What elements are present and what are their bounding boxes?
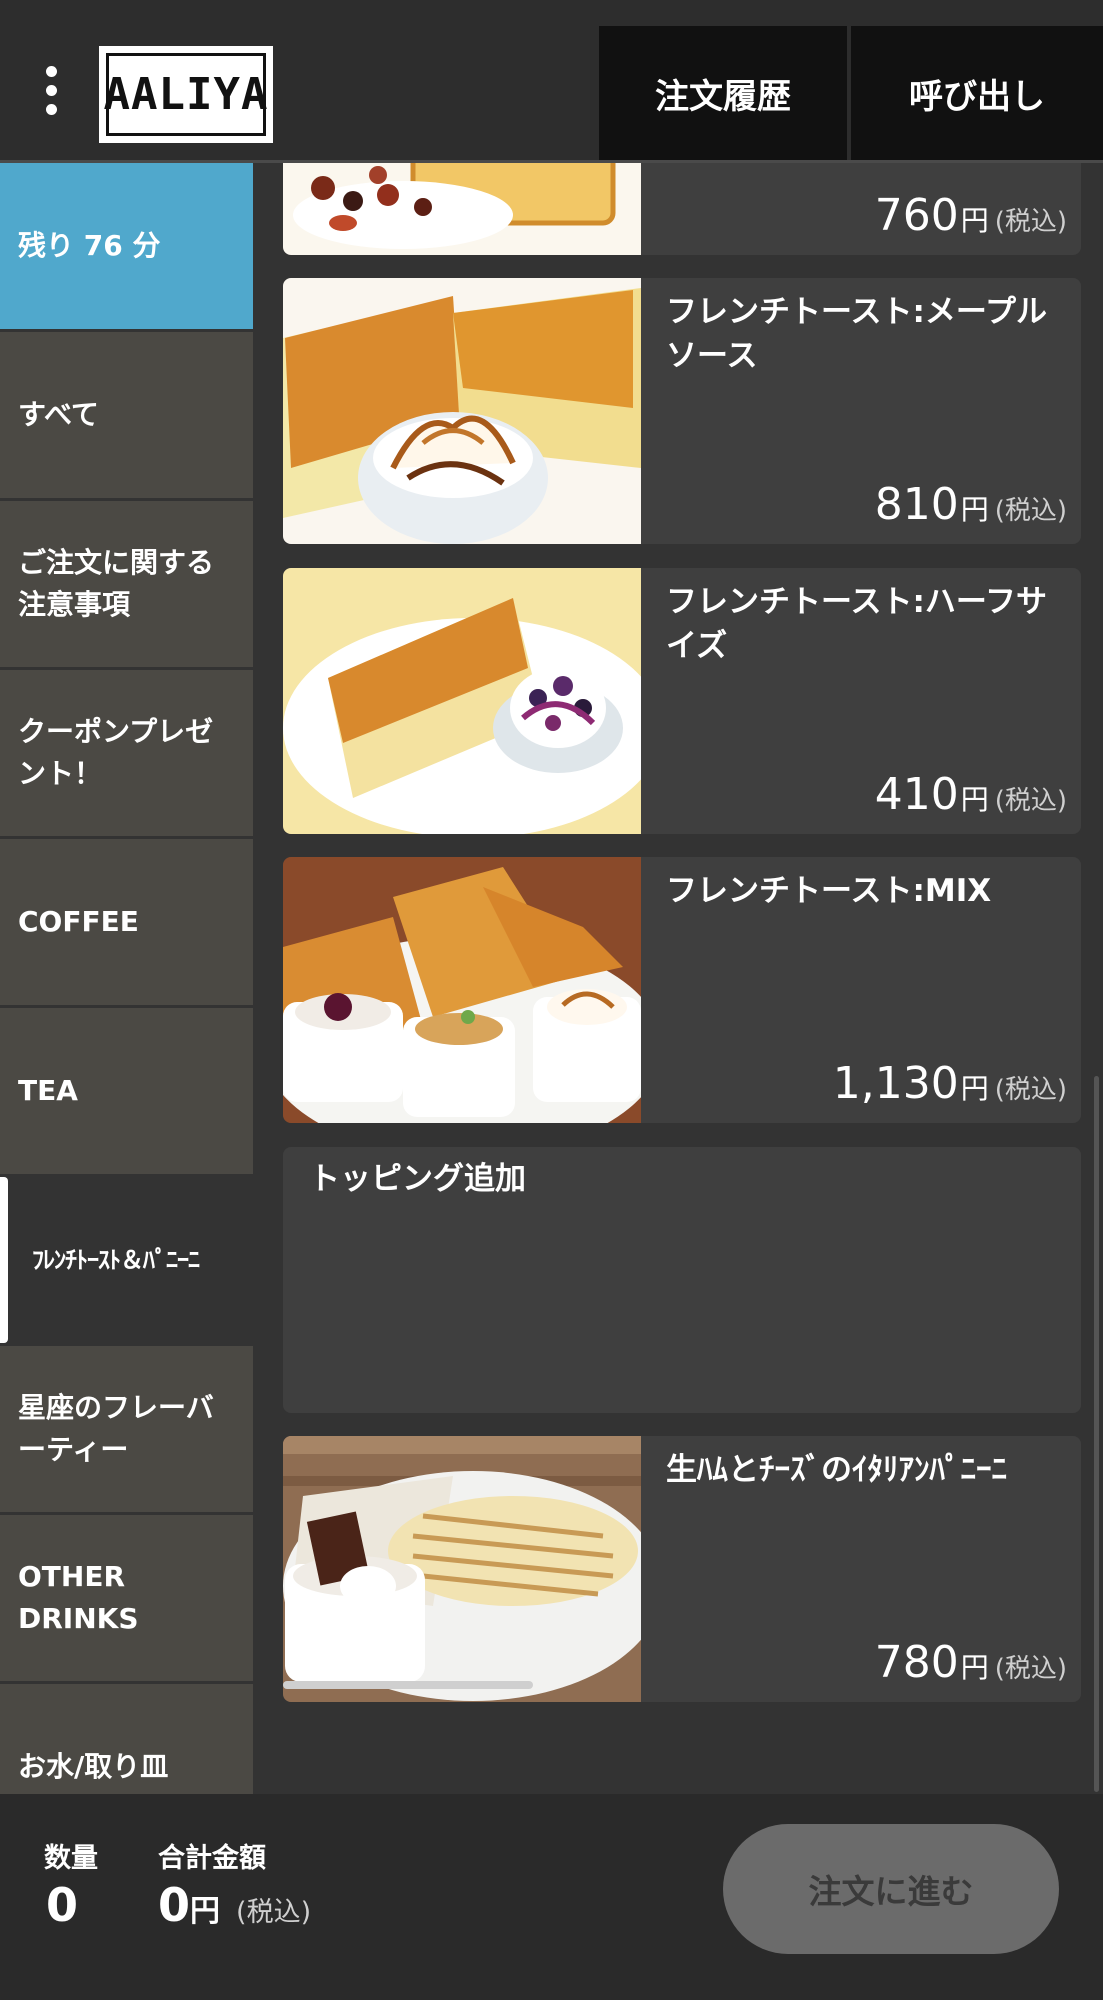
menu-item-card[interactable]: 760円 (税込) [283, 163, 1081, 255]
category-label: クーポンプレゼント！ [18, 715, 214, 790]
order-summary-footer: 数量 0 合計金額 0円 (税込) 注文に進む [0, 1794, 1103, 2000]
quantity-label: 数量 [44, 1843, 98, 1874]
menu-item-name: フレンチトースト:ハーフサイズ [666, 584, 1047, 664]
app-header: AALIYA 注文履歴 呼び出し [0, 0, 1103, 163]
category-water-plates[interactable]: お水/取り皿 [0, 1684, 253, 1794]
menu-item-name: フレンチトースト:MIX [666, 873, 992, 909]
category-label: すべて [18, 398, 99, 431]
category-sidebar: 残り 76 分 すべて ご注文に関する注意事項 クーポンプレゼント！ COFFE… [0, 163, 253, 1794]
menu-item-price: 410円 (税込) [874, 769, 1067, 820]
remaining-time-text: 残り 76 分 [18, 229, 161, 262]
total-amount: 0円 (税込) [158, 1878, 311, 1932]
category-all[interactable]: すべて [0, 332, 253, 498]
menu-item-name: フレンチトースト:メープルソース [666, 294, 1047, 374]
category-label: ご注文に関する注意事項 [18, 546, 215, 621]
category-label: COFFEE [18, 905, 139, 938]
category-tea[interactable]: TEA [0, 1008, 253, 1174]
remaining-time-badge: 残り 76 分 [0, 163, 253, 329]
menu-item-card[interactable]: 生ﾊﾑとﾁｰｽﾞのｲﾀﾘｱﾝﾊﾟﾆｰﾆ 780円 (税込) [283, 1436, 1081, 1702]
quantity-value: 0 [46, 1878, 79, 1932]
menu-item-photo [283, 278, 641, 544]
menu-item-card[interactable]: フレンチトースト:メープルソース 810円 (税込) [283, 278, 1081, 544]
category-label: お水/取り皿 [18, 1750, 169, 1783]
menu-item-price: 780円 (税込) [874, 1637, 1067, 1688]
menu-item-card[interactable]: フレンチトースト:MIX 1,130円 (税込) [283, 857, 1081, 1123]
content-scrollbar[interactable] [1094, 1076, 1099, 1792]
menu-item-photo [283, 1436, 641, 1702]
total-amount-label: 合計金額 [158, 1843, 266, 1874]
order-history-button[interactable]: 注文履歴 [599, 26, 847, 160]
menu-item-price: 760円 (税込) [874, 190, 1067, 241]
logo-text: AALIYA [104, 53, 267, 136]
category-constellation-flavor-tea[interactable]: 星座のフレーバーティー [0, 1346, 253, 1512]
category-label: OTHER DRINKS [18, 1560, 139, 1635]
total-amount-value: 0 [158, 1878, 191, 1932]
category-order-notes[interactable]: ご注文に関する注意事項 [0, 501, 253, 667]
category-coffee[interactable]: COFFEE [0, 839, 253, 1005]
category-coupon[interactable]: クーポンプレゼント！ [0, 670, 253, 836]
menu-item-photo [283, 163, 641, 255]
category-other-drinks[interactable]: OTHER DRINKS [0, 1515, 253, 1681]
menu-item-price: 810円 (税込) [874, 479, 1067, 530]
category-label: ﾌﾚﾝﾁﾄｰｽﾄ＆ﾊﾟﾆｰﾆ [32, 1246, 200, 1274]
category-french-toast-panini[interactable]: ﾌﾚﾝﾁﾄｰｽﾄ＆ﾊﾟﾆｰﾆ [0, 1177, 253, 1343]
menu-item-photo [283, 568, 641, 834]
menu-item-name: 生ﾊﾑとﾁｰｽﾞのｲﾀﾘｱﾝﾊﾟﾆｰﾆ [666, 1452, 1007, 1488]
tax-included-note: (税込) [236, 1897, 312, 1928]
menu-item-card[interactable]: フレンチトースト:ハーフサイズ 410円 (税込) [283, 568, 1081, 834]
proceed-to-order-button[interactable]: 注文に進む [723, 1824, 1059, 1954]
brand-logo: AALIYA [99, 46, 273, 143]
category-label: TEA [18, 1074, 78, 1107]
menu-item-price: 1,130円 (税込) [832, 1058, 1067, 1109]
section-title: トッピング追加 [309, 1161, 526, 1197]
topping-section: トッピング追加 [283, 1147, 1081, 1413]
more-menu-icon[interactable] [34, 62, 68, 122]
call-staff-button[interactable]: 呼び出し [851, 26, 1103, 160]
yen-unit: 円 [190, 1894, 221, 1929]
category-label: 星座のフレーバーティー [18, 1391, 214, 1466]
menu-item-photo [283, 857, 641, 1123]
